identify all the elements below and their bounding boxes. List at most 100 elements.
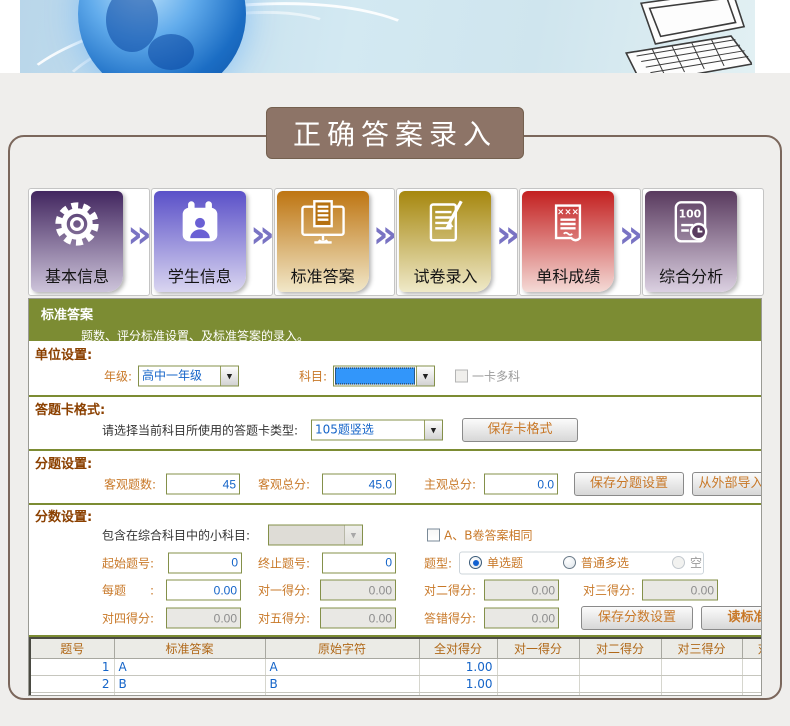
step-paper-entry[interactable]: 试卷录入 » [396, 188, 518, 296]
save-card-format-button[interactable]: 保存卡格式 [462, 418, 578, 442]
table-row: 2 B B 1.00 [30, 676, 762, 693]
step-standard-answers[interactable]: 标准答案 » [274, 188, 396, 296]
subject-label: 科目: [299, 368, 327, 385]
cell-question-no[interactable]: 1 [30, 659, 114, 676]
question-range-row: 起始题号: 终止题号: 题型: 单选题 普通多选 空 [29, 549, 761, 576]
cell-score1[interactable] [497, 676, 579, 693]
radio-label: 普通多选 [581, 554, 629, 571]
col-header: 题号 [30, 638, 114, 659]
cell-full-score[interactable]: 1.00 [419, 659, 497, 676]
ab-same-checkbox[interactable] [427, 529, 440, 542]
section-banner-subtitle: 题数、评分标准设置、及标准答案的录入。 [29, 323, 761, 344]
multi-card-checkbox [455, 370, 468, 383]
cell-score4[interactable] [742, 659, 762, 676]
cell-standard-answer[interactable]: A [114, 659, 265, 676]
subjective-total-input[interactable] [484, 474, 558, 495]
score2-label: 对二得分: [424, 582, 476, 599]
sub-subject-label: 包含在综合科目中的小科目: [102, 527, 250, 544]
radio-icon [563, 556, 576, 569]
step-tile: ××× 单科成绩 [522, 191, 614, 292]
cell-score1[interactable] [497, 659, 579, 676]
col-header: 对三得分 [661, 638, 742, 659]
document-pencil-icon [419, 198, 471, 250]
cell-full-score[interactable]: 1.00 [419, 676, 497, 693]
section-banner: 标准答案 题数、评分标准设置、及标准答案的录入。 [29, 299, 761, 341]
section-divider [29, 395, 761, 397]
globe-graphic [78, 0, 246, 73]
workflow-steps: 基本信息 » 学生信息 » [28, 188, 764, 296]
start-number-label: 起始题号: [102, 554, 154, 571]
cell-score3[interactable] [661, 659, 742, 676]
top-strip [0, 0, 790, 73]
card-type-select[interactable]: 105题竖选 ▼ [311, 420, 443, 441]
step-basic-info[interactable]: 基本信息 » [28, 188, 150, 296]
col-header: 原始字符 [265, 638, 419, 659]
main-panel: 基本信息 » 学生信息 » [8, 135, 782, 700]
subject-select[interactable]: ▼ [333, 366, 435, 387]
chevron-right-icon: » [619, 215, 642, 253]
score1-label: 对一得分: [258, 582, 310, 599]
step-tile: 100 综合分析 [645, 191, 737, 292]
multi-card-label: 一卡多科 [472, 368, 520, 385]
step-label: 基本信息 [31, 263, 123, 287]
sub-subject-select: ▼ [268, 525, 363, 546]
read-standard-answers-button[interactable]: 读标准答案 [701, 606, 762, 630]
per-question-label: 每题 : [102, 582, 154, 599]
objective-total-input[interactable] [322, 474, 396, 495]
score-row-1: 每题 : 对一得分: 对二得分: 对三得分: [29, 576, 761, 604]
save-score-settings-button[interactable]: 保存分数设置 [581, 606, 693, 630]
section-divider [29, 449, 761, 451]
banner-image [20, 0, 755, 73]
question-type-group: 单选题 普通多选 空 [459, 551, 704, 574]
cell-raw-chars[interactable]: A [265, 659, 419, 676]
score4-label: 对四得分: [102, 610, 154, 627]
section-banner-title: 标准答案 [29, 299, 761, 323]
cell-score4[interactable] [742, 676, 762, 693]
cell-score2[interactable] [579, 676, 661, 693]
step-tile: 标准答案 [277, 191, 369, 292]
objective-count-input[interactable] [166, 474, 240, 495]
chevron-down-icon: ▼ [416, 367, 434, 386]
per-question-input[interactable] [166, 580, 241, 601]
import-external-button[interactable]: 从外部导入标准答案 [692, 472, 762, 496]
end-number-input[interactable] [322, 552, 396, 573]
calendar-student-icon [174, 198, 226, 250]
col-header: 对一得分 [497, 638, 579, 659]
cell-standard-answer[interactable]: B [114, 676, 265, 693]
step-tile: 基本信息 [31, 191, 123, 292]
step-subject-score[interactable]: ××× 单科成绩 » [519, 188, 641, 296]
cell-raw-chars[interactable]: B [265, 676, 419, 693]
score3-label: 对三得分: [583, 582, 635, 599]
unit-settings-row: 年级: 高中一年级 ▼ 科目: ▼ 一卡多科 [29, 361, 761, 391]
cell-score2[interactable] [579, 659, 661, 676]
radio-multi-choice[interactable]: 普通多选 [563, 554, 629, 571]
step-label: 综合分析 [645, 263, 737, 287]
step-label: 单科成绩 [522, 263, 614, 287]
card-format-row: 请选择当前科目所使用的答题卡类型: 105题竖选 ▼ 保存卡格式 [29, 415, 761, 445]
table-row [30, 693, 762, 697]
section-divider [29, 503, 761, 505]
radio-label: 空 [690, 554, 702, 571]
grade-select[interactable]: 高中一年级 ▼ [138, 366, 239, 387]
report-clock-icon: 100 [665, 198, 717, 250]
radio-label: 单选题 [487, 554, 523, 571]
save-split-settings-button[interactable]: 保存分题设置 [574, 472, 684, 496]
end-number-label: 终止题号: [258, 554, 310, 571]
step-student-info[interactable]: 学生信息 » [151, 188, 273, 296]
cell-question-no[interactable]: 2 [30, 676, 114, 693]
score3-input [642, 580, 718, 601]
wrong-score-input [484, 608, 559, 629]
split-settings-row: 客观题数: 客观总分: 主观总分: 保存分题设置 从外部导入标准答案 [29, 469, 761, 499]
step-label: 学生信息 [154, 263, 246, 287]
col-header: 全对得分 [419, 638, 497, 659]
step-comprehensive-analysis[interactable]: 100 综合分析 [642, 188, 764, 296]
page-title: 正确答案录入 [266, 107, 524, 159]
cell-score3[interactable] [661, 676, 742, 693]
objective-count-label: 客观题数: [104, 476, 156, 493]
start-number-input[interactable] [168, 552, 242, 573]
radio-single-choice[interactable]: 单选题 [469, 554, 523, 571]
card-type-select-value: 105题竖选 [312, 421, 424, 440]
step-label: 标准答案 [277, 263, 369, 287]
step-tile: 试卷录入 [399, 191, 491, 292]
chevron-down-icon: ▼ [424, 421, 442, 440]
